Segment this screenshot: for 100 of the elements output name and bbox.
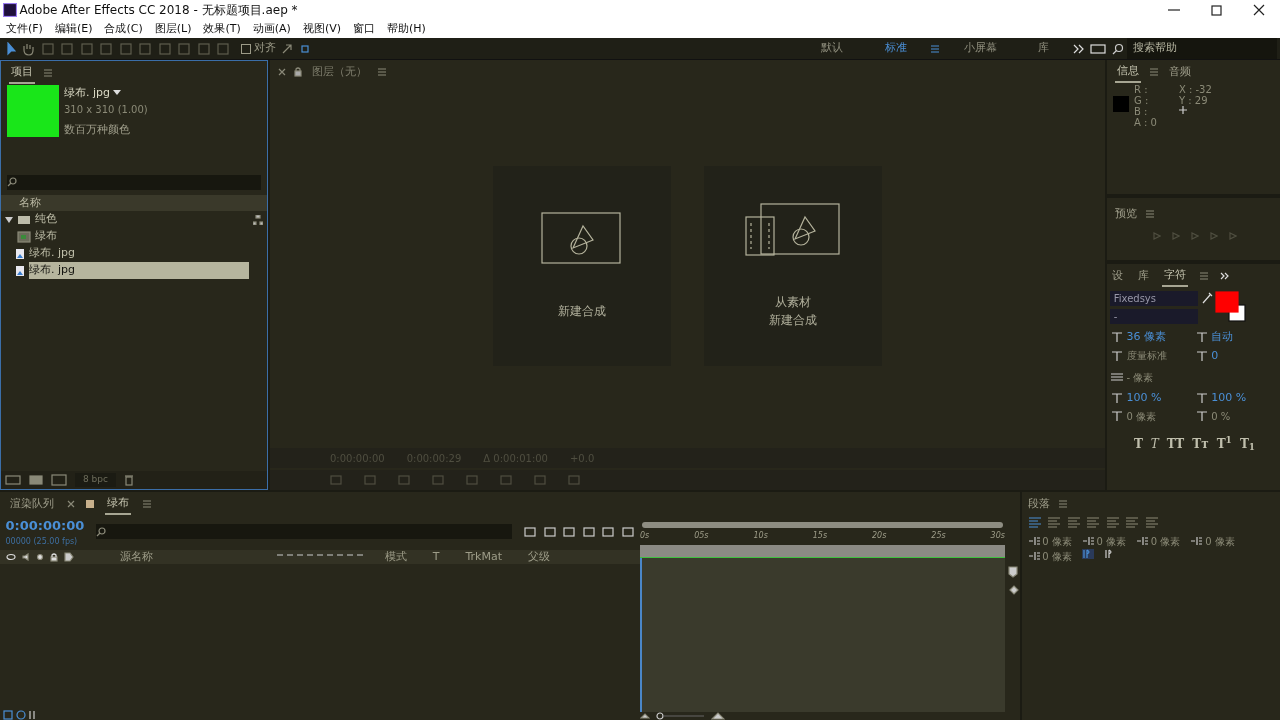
playback-control-icon[interactable] (1171, 231, 1180, 240)
playback-control-icon[interactable] (1209, 231, 1218, 240)
workspace-tab[interactable]: 标准 (866, 40, 925, 57)
zoom-slider-icon[interactable] (655, 712, 706, 720)
search-field[interactable]: 搜索帮助 (1126, 38, 1277, 59)
tool-icon[interactable] (118, 41, 133, 56)
panel-tab[interactable]: 设 (1109, 265, 1125, 287)
search-field[interactable] (7, 174, 261, 190)
folder-icon[interactable] (29, 474, 43, 486)
indent-field[interactable]: 0 像素 (1042, 533, 1072, 549)
workspace-tab[interactable]: 默认 (803, 40, 862, 57)
tool-icon[interactable] (216, 41, 230, 56)
text-style-button[interactable]: T (1146, 434, 1163, 453)
menu-item[interactable]: 合成(C) (98, 20, 149, 38)
column-header[interactable]: T (432, 549, 440, 566)
viewer-tool-icon[interactable] (466, 475, 478, 485)
workspace-icon[interactable] (1090, 43, 1107, 54)
viewer-tool-icon[interactable] (364, 475, 376, 485)
lock-icon[interactable] (50, 552, 58, 562)
panel-tab[interactable]: 绿布 (105, 492, 131, 516)
menu-icon[interactable] (377, 67, 387, 77)
fill-color-swatch-icon[interactable] (1215, 290, 1248, 323)
search-field[interactable] (95, 524, 512, 540)
chevrons-icon[interactable] (1072, 43, 1085, 54)
panel-tab[interactable]: 渲染队列 (8, 493, 56, 515)
stroke-width-field[interactable]: - 像素 (1126, 369, 1154, 385)
viewer-tool-icon[interactable] (568, 475, 580, 485)
bit-depth-button[interactable]: 8 bpc (75, 473, 116, 487)
align-icon[interactable] (1144, 516, 1159, 528)
menu-item[interactable]: 图层(L) (148, 20, 198, 38)
project-item[interactable]: 绿布 (1, 228, 267, 245)
menu-icon[interactable] (1198, 271, 1209, 281)
project-item[interactable]: 绿布. jpg (1, 245, 267, 262)
panel-tab[interactable]: 字符 (1161, 264, 1188, 288)
type-setting-field[interactable]: 100 % (1211, 390, 1247, 407)
text-style-button[interactable]: T$_{1}$ (1235, 434, 1260, 453)
tool-icon[interactable] (79, 41, 94, 56)
tool-icon[interactable] (99, 41, 113, 56)
selection-arrow-icon[interactable] (5, 41, 16, 56)
indent-field[interactable]: 0 像素 (1205, 533, 1235, 549)
panel-tab[interactable]: 信息 (1115, 60, 1141, 84)
column-header[interactable]: 模式 (384, 549, 407, 566)
viewer-tool-icon[interactable] (398, 475, 410, 485)
font-style-field[interactable]: - (1109, 308, 1198, 324)
hand-icon[interactable] (21, 41, 35, 56)
font-family-field[interactable]: Fixedsys (1109, 290, 1198, 306)
text-style-button[interactable]: T (1129, 434, 1147, 453)
menu-icon[interactable] (1145, 209, 1155, 219)
eye-icon[interactable] (6, 553, 16, 562)
menu-icon[interactable] (930, 43, 941, 54)
type-setting-field[interactable]: 100 % (1126, 390, 1162, 407)
column-header[interactable]: 名称 (1, 195, 267, 211)
eyedropper-icon[interactable] (1200, 290, 1213, 305)
workspace-tab[interactable]: 小屏幕 (945, 40, 1015, 57)
playback-control-icon[interactable] (1228, 231, 1237, 240)
text-style-button[interactable]: Tт (1188, 434, 1213, 453)
menu-icon[interactable] (43, 68, 53, 78)
tool-icon[interactable] (196, 41, 211, 56)
indent-field[interactable]: 0 像素 (1096, 533, 1127, 549)
panel-tab[interactable]: 库 (1135, 265, 1151, 287)
expand-arrow-icon[interactable] (5, 215, 13, 224)
marker-bin-icon[interactable] (1007, 583, 1020, 596)
menu-icon[interactable] (1057, 499, 1068, 509)
type-setting-field[interactable]: 度量标准 (1126, 348, 1167, 364)
align-icon[interactable] (1027, 516, 1042, 528)
solo-icon[interactable] (36, 553, 44, 562)
tool-icon[interactable] (177, 41, 191, 56)
menu-icon[interactable] (142, 499, 152, 509)
playback-control-icon[interactable] (1190, 231, 1199, 240)
panel-tab[interactable]: 图层（无） (310, 61, 369, 83)
menu-item[interactable]: 文件(F) (0, 20, 49, 38)
align-icon[interactable] (1066, 516, 1081, 528)
viewer-tool-icon[interactable] (432, 475, 444, 485)
menu-item[interactable]: 帮助(H) (381, 20, 432, 38)
playback-control-icon[interactable] (1152, 231, 1161, 240)
hierarchy-icon[interactable] (253, 214, 263, 225)
label-tag-icon[interactable] (64, 552, 74, 563)
column-header[interactable]: 父级 (528, 549, 550, 566)
new-composition-button[interactable]: 新建合成 (493, 166, 671, 366)
viewer-tool-icon[interactable] (534, 475, 546, 485)
new-composition-button[interactable]: 从素材 新建合成 (704, 166, 882, 366)
indent-field[interactable]: 0 像素 (1150, 533, 1181, 549)
menu-item[interactable]: 动画(A) (246, 20, 297, 38)
caret-icon[interactable] (112, 90, 121, 97)
project-item[interactable]: 纯色 (1, 211, 267, 228)
menu-item[interactable]: 效果(T) (197, 20, 247, 38)
menu-item[interactable]: 窗口 (347, 20, 381, 38)
menu-item[interactable]: 视图(V) (296, 20, 347, 38)
expand-arrow-icon[interactable] (281, 42, 294, 55)
text-style-button[interactable]: TT (1162, 434, 1189, 453)
type-setting-field[interactable]: 0 % (1211, 408, 1231, 424)
trash-icon[interactable] (123, 474, 134, 486)
tool-icon[interactable] (138, 41, 152, 56)
menu-icon[interactable] (1149, 67, 1159, 77)
switches-icon[interactable] (28, 710, 37, 720)
text-style-button[interactable]: T$^{1}$ (1212, 434, 1236, 453)
panel-tab[interactable]: 音频 (1167, 61, 1193, 83)
timecode[interactable]: 0:00:00:00 (5, 516, 85, 536)
workspace-tab[interactable]: 库 (1020, 40, 1068, 57)
align-icon[interactable] (1105, 516, 1120, 528)
